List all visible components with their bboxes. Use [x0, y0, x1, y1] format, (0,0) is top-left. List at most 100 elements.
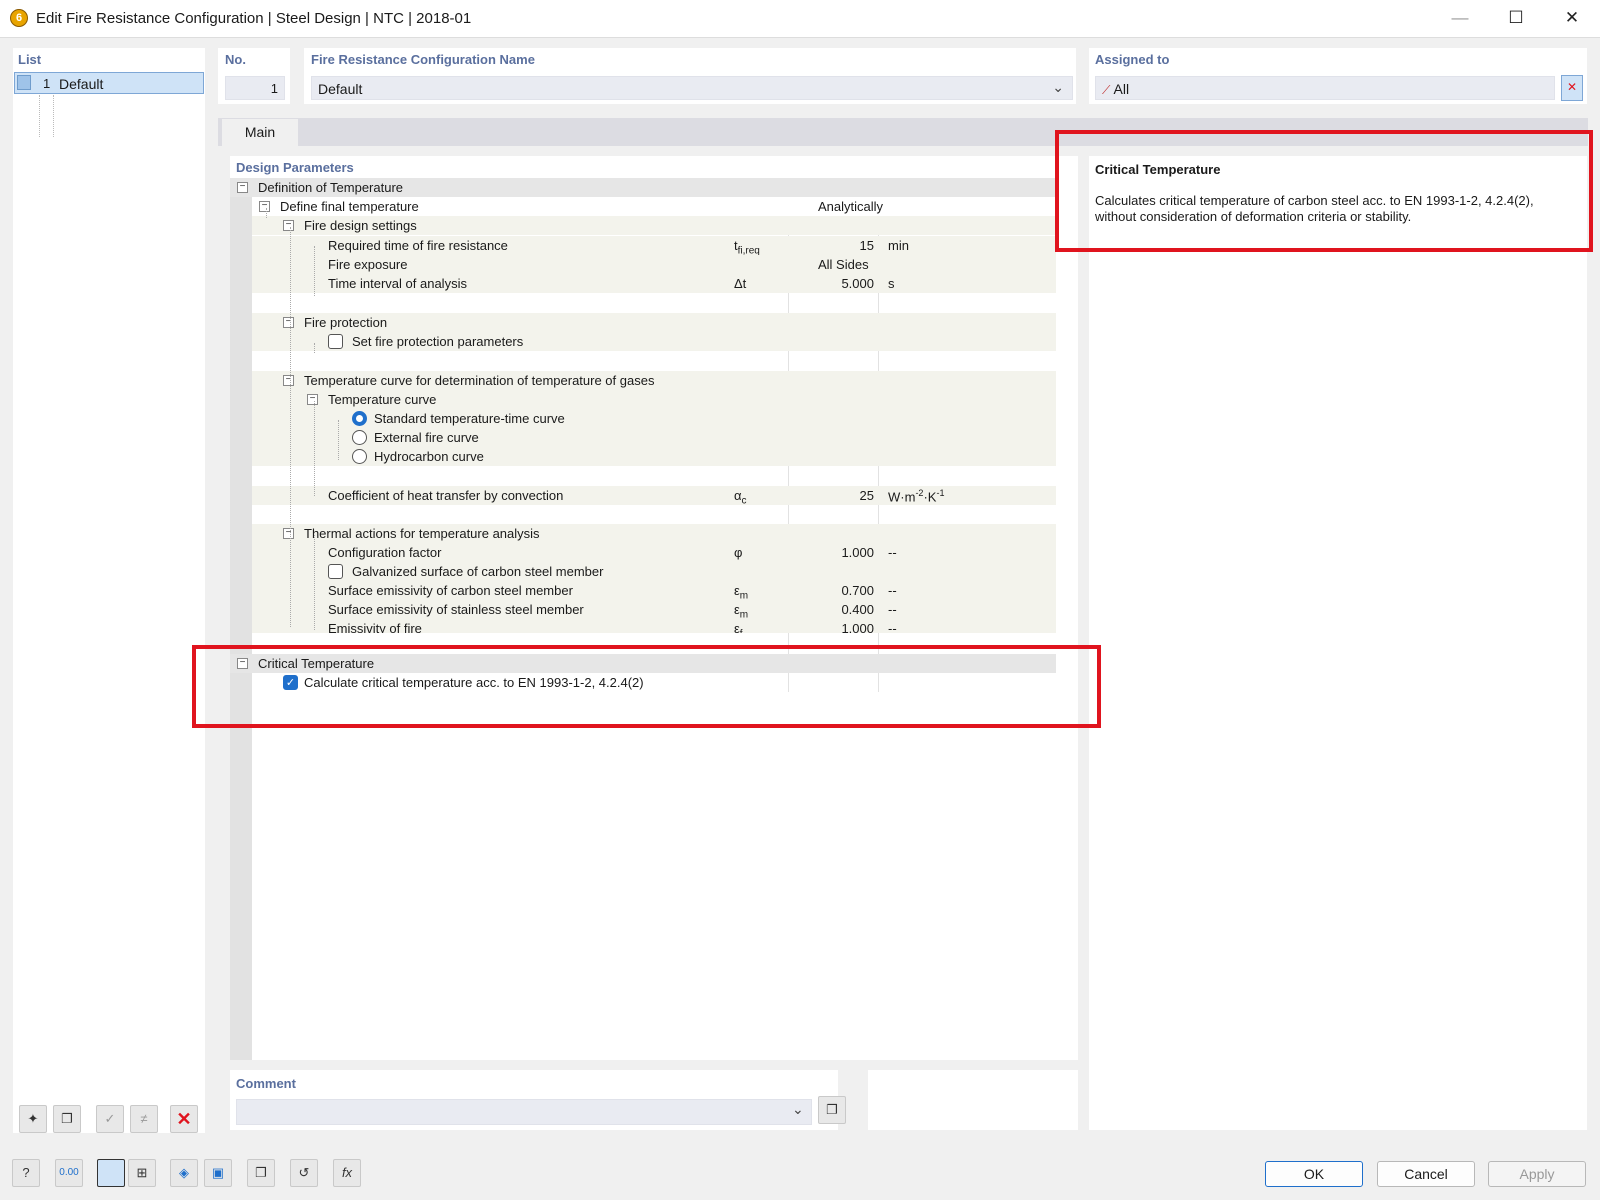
tree-unit: --	[888, 545, 897, 560]
copy-settings-icon[interactable]: ❐	[247, 1159, 275, 1187]
collapse-icon[interactable]: −	[283, 375, 294, 386]
comment-panel: Comment ⌄	[230, 1070, 838, 1130]
tree-row-external-curve[interactable]: External fire curve	[252, 428, 1056, 447]
comment-input[interactable]	[236, 1099, 812, 1125]
collapse-icon[interactable]: −	[283, 317, 294, 328]
tree-value[interactable]: Analytically	[818, 199, 883, 214]
tree-row-configuration-factor[interactable]: Configuration factor φ 1.000 --	[252, 543, 1056, 562]
maximize-button[interactable]: ☐	[1488, 0, 1544, 38]
reset-icon[interactable]: ↺	[290, 1159, 318, 1187]
help-icon[interactable]: ?	[12, 1159, 40, 1187]
tree-row-definition-of-temperature[interactable]: − Definition of Temperature	[230, 178, 1056, 197]
unit-part: W·m	[888, 489, 916, 505]
comment-label: Comment	[236, 1076, 296, 1091]
close-window-button[interactable]: ✕	[1544, 0, 1600, 38]
tree-connector	[314, 401, 315, 496]
chevron-down-icon[interactable]: ⌄	[792, 1101, 804, 1118]
no-field[interactable]: 1	[225, 76, 285, 100]
tree-label: Time interval of analysis	[328, 276, 467, 291]
tree-row-fire-design-settings[interactable]: − Fire design settings	[252, 216, 1056, 235]
model-view-icon[interactable]: ◈	[170, 1159, 198, 1187]
collapse-icon[interactable]: −	[283, 528, 294, 539]
galvanized-checkbox[interactable]	[328, 564, 343, 579]
collapse-icon[interactable]: −	[259, 201, 270, 212]
tree-label: Configuration factor	[328, 545, 442, 560]
tree-row-thermal-actions[interactable]: − Thermal actions for temperature analys…	[252, 524, 1056, 543]
tree-row-time-interval[interactable]: Time interval of analysis Δt 5.000 s	[252, 274, 1056, 293]
tree-row-fire-protection[interactable]: − Fire protection	[252, 313, 1056, 332]
tree-row-galvanized[interactable]: Galvanized surface of carbon steel membe…	[252, 562, 1056, 581]
member-view-icon[interactable]: ⊞	[128, 1159, 156, 1187]
collapse-icon[interactable]: −	[283, 220, 294, 231]
collapse-icon[interactable]: −	[307, 394, 318, 405]
tree-connector	[266, 208, 267, 218]
list-panel: List	[13, 48, 205, 1133]
standard-curve-radio[interactable]	[352, 411, 367, 426]
tree-unit: W·m-2·K-1	[888, 488, 944, 504]
tree-row-fire-exposure[interactable]: Fire exposure All Sides	[252, 255, 1056, 274]
no-label: No.	[225, 52, 246, 67]
check-all-icon[interactable]: ✓	[96, 1105, 124, 1133]
color-swatch-icon[interactable]	[97, 1159, 125, 1187]
numeric-format-icon[interactable]: 0.00	[55, 1159, 83, 1187]
name-value: Default	[318, 81, 363, 97]
apply-button[interactable]: Apply	[1488, 1161, 1586, 1187]
tree-value[interactable]: 15	[830, 238, 874, 253]
tree-row-temperature-curve-gases[interactable]: − Temperature curve for determination of…	[252, 371, 1056, 390]
formula-icon[interactable]: fx	[333, 1159, 361, 1187]
parameters-tree: − Definition of Temperature − Define fin…	[230, 178, 1056, 1060]
symbol-sub: c	[741, 495, 747, 507]
tree-label: Required time of fire resistance	[328, 238, 508, 253]
tree-row-coefficient-heat-transfer[interactable]: Coefficient of heat transfer by convecti…	[252, 486, 1056, 507]
cancel-button[interactable]: Cancel	[1377, 1161, 1475, 1187]
hydrocarbon-curve-radio[interactable]	[352, 449, 367, 464]
tree-value[interactable]: 0.400	[824, 602, 874, 617]
tree-row-emissivity-stainless[interactable]: Surface emissivity of stainless steel me…	[252, 600, 1056, 621]
set-fire-protection-checkbox[interactable]	[328, 334, 343, 349]
collapse-icon[interactable]: −	[237, 182, 248, 193]
save-icon[interactable]: ▣	[204, 1159, 232, 1187]
tree-row-temperature-curve[interactable]: − Temperature curve	[252, 390, 1056, 409]
tree-value[interactable]: 0.700	[824, 583, 874, 598]
list-item[interactable]: 1 Default	[14, 72, 204, 94]
tree-row-standard-curve[interactable]: Standard temperature-time curve	[252, 409, 1056, 428]
tree-label: Set fire protection parameters	[352, 334, 524, 349]
comment-library-icon[interactable]: ❐	[818, 1096, 846, 1124]
minimize-button[interactable]: —	[1432, 0, 1488, 38]
tree-label: Surface emissivity of stainless steel me…	[328, 602, 584, 617]
tree-row-required-time[interactable]: Required time of fire resistance tfi,req…	[252, 236, 1056, 257]
tree-row-emissivity-carbon[interactable]: Surface emissivity of carbon steel membe…	[252, 581, 1056, 602]
tree-label: Coefficient of heat transfer by convecti…	[328, 488, 564, 503]
tree-unit: --	[888, 602, 897, 617]
assigned-field[interactable]: ⟋ All	[1095, 76, 1555, 100]
tree-value[interactable]: 25	[830, 488, 874, 503]
tree-row-emissivity-fire[interactable]: Emissivity of fire εf 1.000 --	[252, 619, 1056, 633]
tree-symbol: εm	[734, 602, 748, 621]
uncheck-all-icon[interactable]: ≠	[130, 1105, 158, 1133]
external-curve-radio[interactable]	[352, 430, 367, 445]
info-panel: Critical Temperature Calculates critical…	[1089, 156, 1587, 1130]
no-panel: No. 1	[218, 48, 290, 104]
tree-symbol: tfi,req	[734, 238, 760, 257]
tree-row-hydrocarbon-curve[interactable]: Hydrocarbon curve	[252, 447, 1056, 466]
unit-exp: -1	[936, 488, 945, 498]
tree-row-set-fire-protection[interactable]: Set fire protection parameters	[252, 332, 1056, 351]
tree-value[interactable]: 1.000	[824, 545, 874, 560]
name-dropdown[interactable]: Default ⌄	[311, 76, 1073, 100]
tree-label: Surface emissivity of carbon steel membe…	[328, 583, 573, 598]
tree-connector	[314, 246, 315, 296]
tree-label: Fire exposure	[328, 257, 408, 272]
list-label: List	[18, 52, 42, 67]
tab-main[interactable]: Main	[222, 119, 298, 147]
tree-value[interactable]: All Sides	[818, 257, 869, 272]
delete-icon[interactable]: ✕	[170, 1105, 198, 1133]
copy-item-icon[interactable]: ❐	[53, 1105, 81, 1133]
select-objects-icon[interactable]: ✕	[1561, 75, 1583, 101]
new-item-icon[interactable]: ✦	[19, 1105, 47, 1133]
tree-row-define-final-temperature[interactable]: − Define final temperature Analytically	[252, 197, 1056, 216]
ok-button[interactable]: OK	[1265, 1161, 1363, 1187]
list-item-no: 1	[43, 76, 51, 91]
chevron-down-icon: ⌄	[1052, 79, 1064, 95]
tree-value[interactable]: 1.000	[824, 621, 874, 633]
tree-value[interactable]: 5.000	[824, 276, 874, 291]
